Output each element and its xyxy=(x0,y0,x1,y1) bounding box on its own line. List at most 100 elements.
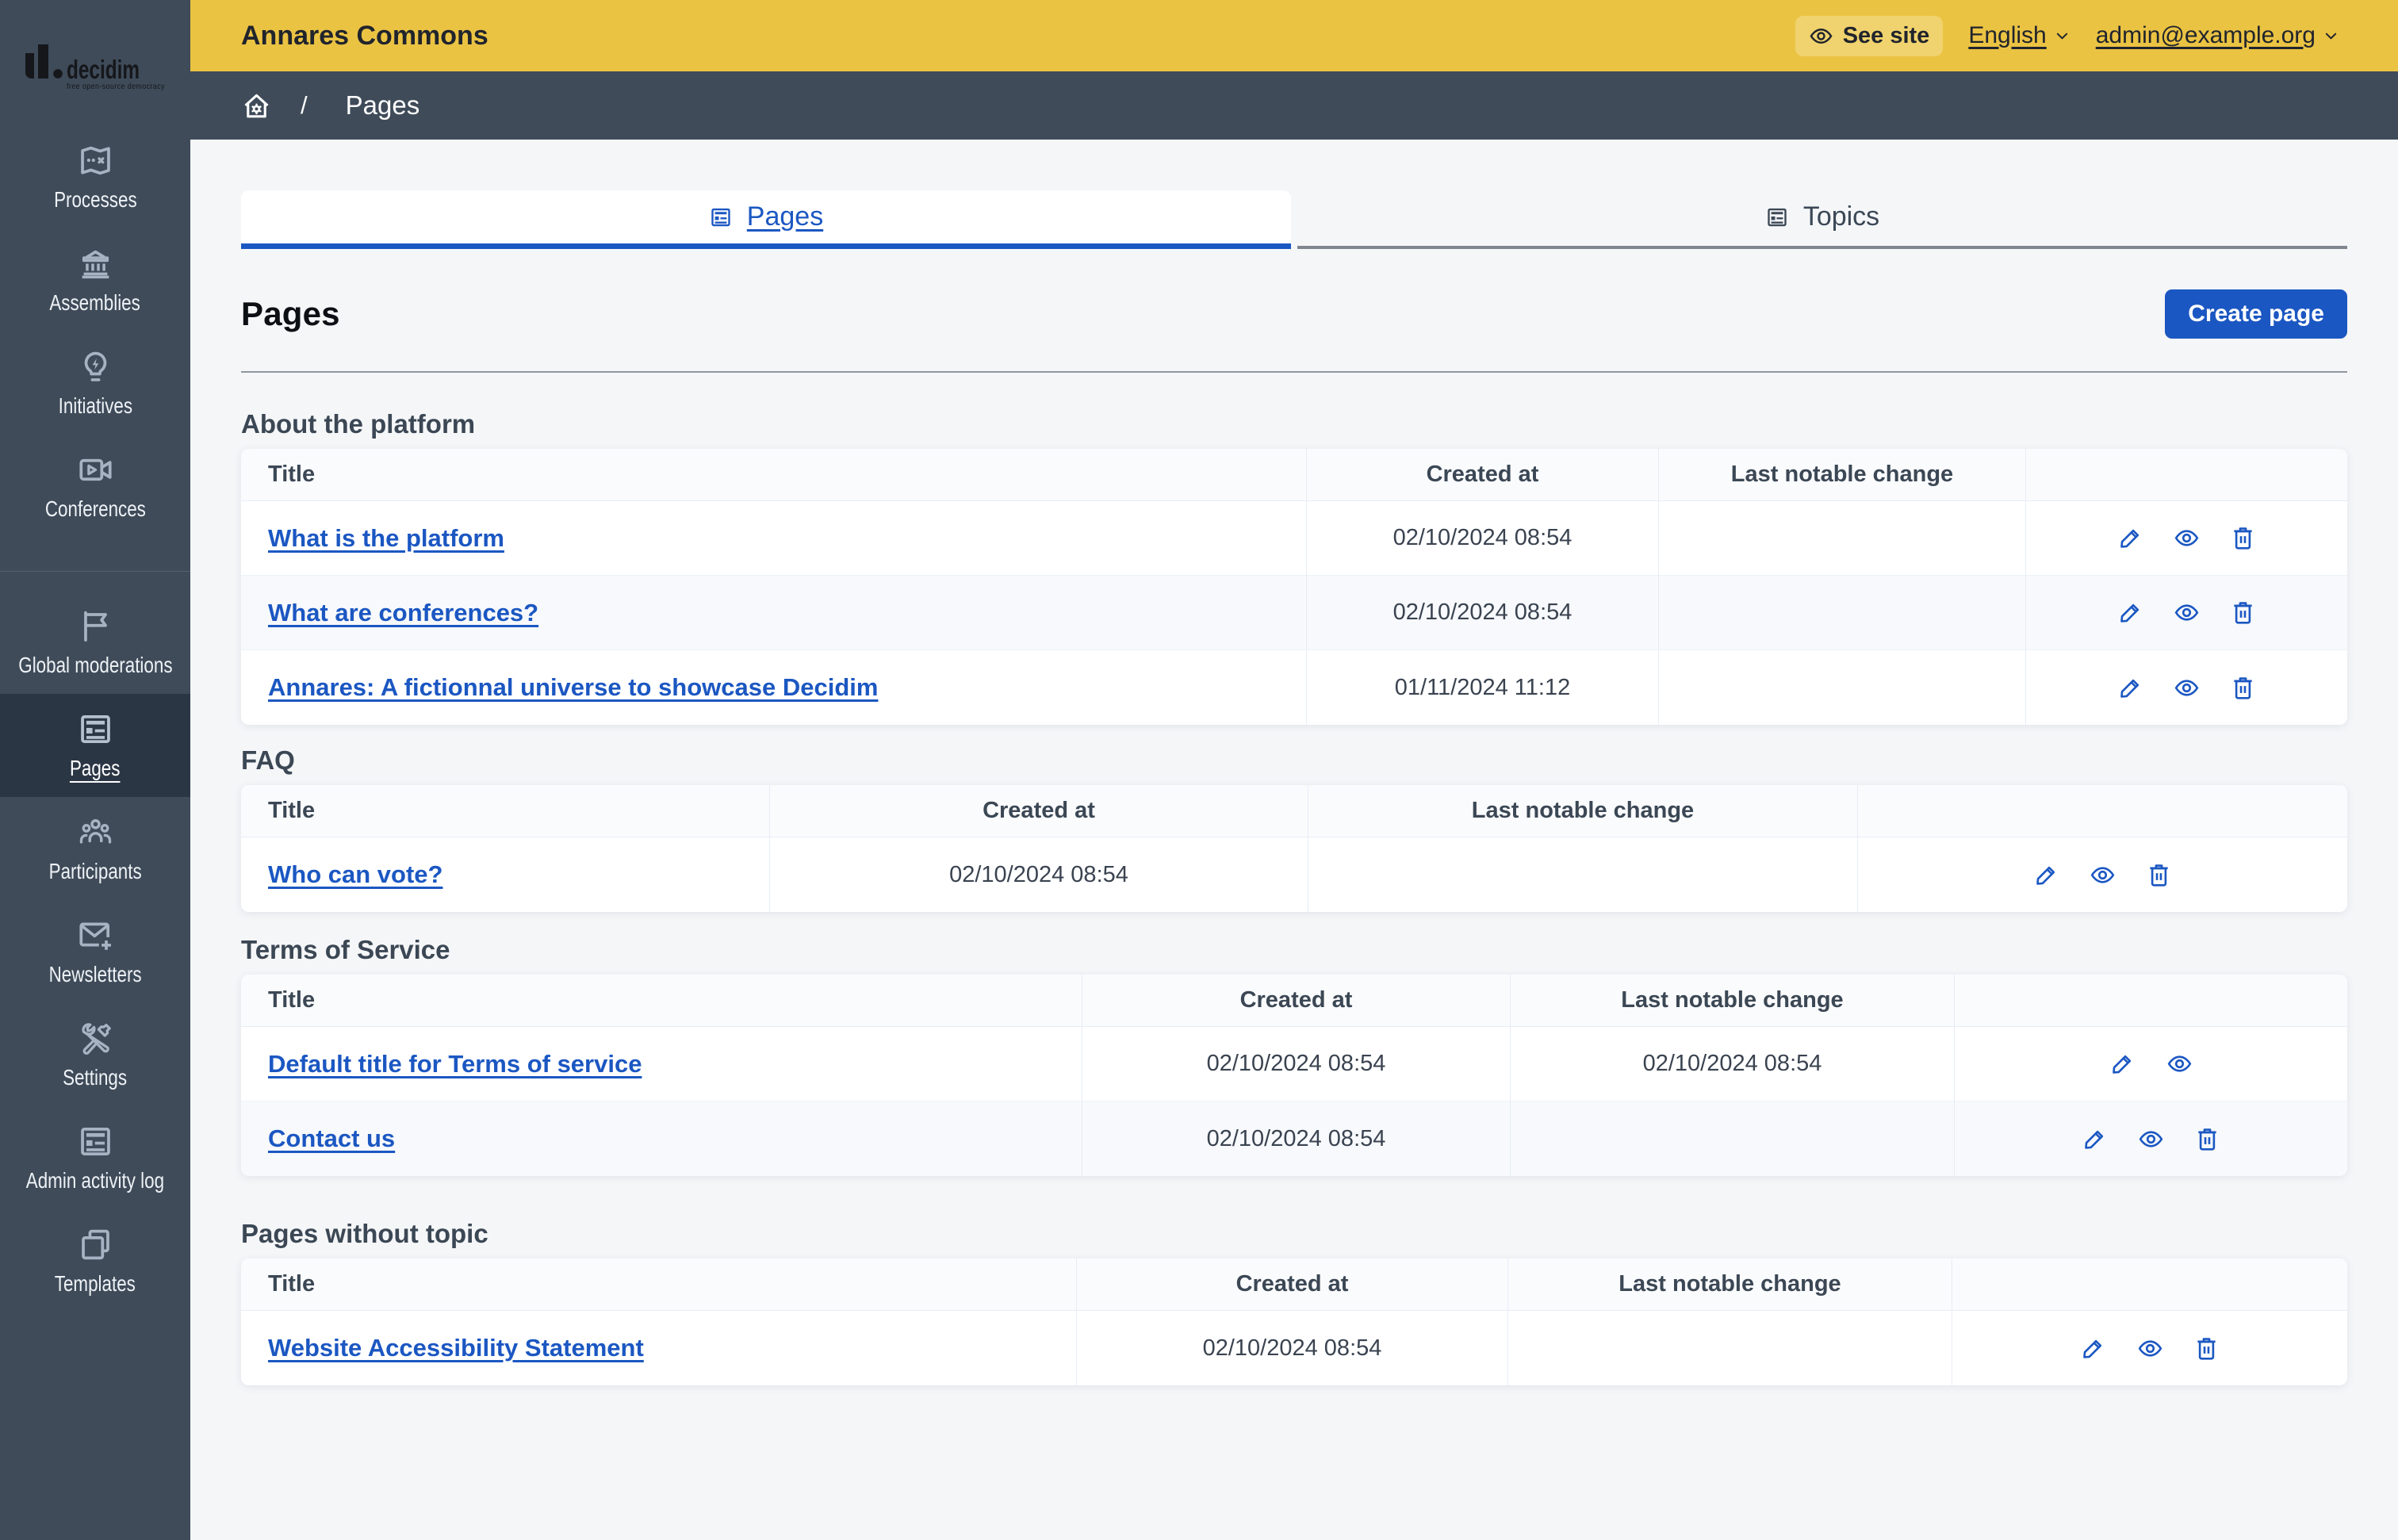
edit-button[interactable] xyxy=(2080,1335,2106,1362)
column-header-last-change: Last notable change xyxy=(1510,975,1954,1027)
edit-button[interactable] xyxy=(2117,525,2143,551)
sidebar-item-conferences[interactable]: Conferences xyxy=(0,435,190,538)
column-header-created-at: Created at xyxy=(1082,975,1510,1027)
edit-button[interactable] xyxy=(2117,600,2143,626)
sidebar-item-label: Pages xyxy=(70,755,121,780)
pencil-icon xyxy=(2117,675,2143,701)
trash-icon xyxy=(2194,1126,2220,1152)
sidebar-item-processes[interactable]: Processes xyxy=(0,125,190,228)
eye-icon xyxy=(2138,1126,2164,1152)
preview-button[interactable] xyxy=(2090,862,2116,888)
sidebar-item-templates[interactable]: Templates xyxy=(0,1209,190,1312)
sidebar-item-pages[interactable]: Pages xyxy=(0,694,190,797)
edit-button[interactable] xyxy=(2109,1051,2136,1077)
trash-icon xyxy=(2193,1335,2220,1362)
sidebar-item-settings[interactable]: Settings xyxy=(0,1003,190,1106)
lightbulb-flash-icon xyxy=(77,348,114,385)
bank-icon xyxy=(77,245,114,282)
page-link[interactable]: Who can vote? xyxy=(268,860,442,888)
topbar: Annares Commons See site English admin@e… xyxy=(190,0,2398,71)
header-divider xyxy=(241,371,2347,373)
actions-cell xyxy=(2025,576,2347,650)
created-at-cell: 01/11/2024 11:12 xyxy=(1306,650,1658,725)
column-header-created-at: Created at xyxy=(769,785,1308,837)
pencil-icon xyxy=(2082,1126,2108,1152)
tab-topics[interactable]: Topics xyxy=(1297,190,2347,249)
column-header-actions xyxy=(1857,785,2347,837)
column-header-title: Title xyxy=(241,449,1306,501)
preview-button[interactable] xyxy=(2174,600,2200,626)
page-link[interactable]: What are conferences? xyxy=(268,599,538,626)
language-menu[interactable]: English xyxy=(1968,22,2070,49)
edit-button[interactable] xyxy=(2117,675,2143,701)
sidebar-item-global-moderations[interactable]: Global moderations xyxy=(0,591,190,694)
sidebar-item-label: Initiatives xyxy=(58,393,132,418)
breadcrumb-current: Pages xyxy=(345,90,420,120)
file-copy-icon xyxy=(77,1226,114,1263)
eye-icon xyxy=(2090,862,2116,888)
delete-button[interactable] xyxy=(2194,1126,2220,1152)
eye-icon xyxy=(2137,1335,2163,1362)
sidebar-item-participants[interactable]: Participants xyxy=(0,797,190,900)
sidebar-item-assemblies[interactable]: Assemblies xyxy=(0,228,190,331)
edit-button[interactable] xyxy=(2082,1126,2108,1152)
sidebar-item-label: Conferences xyxy=(44,496,146,521)
page-link[interactable]: Annares: A fictionnal universe to showca… xyxy=(268,673,878,701)
delete-button[interactable] xyxy=(2230,525,2256,551)
logo-tagline: free open-source democracy xyxy=(67,82,165,91)
flag-icon xyxy=(77,607,114,645)
home-gear-icon[interactable] xyxy=(241,90,272,121)
sidebar-item-initiatives[interactable]: Initiatives xyxy=(0,331,190,435)
pages-table-faq: Title Created at Last notable change Who… xyxy=(241,785,2347,912)
delete-button[interactable] xyxy=(2230,600,2256,626)
pencil-icon xyxy=(2080,1335,2106,1362)
user-menu[interactable]: admin@example.org xyxy=(2096,22,2339,49)
content: Pages Topics Pages Create page About the… xyxy=(190,140,2398,1540)
pencil-icon xyxy=(2117,525,2143,551)
preview-button[interactable] xyxy=(2138,1126,2164,1152)
delete-button[interactable] xyxy=(2230,675,2256,701)
preview-button[interactable] xyxy=(2137,1335,2163,1362)
column-header-title: Title xyxy=(241,975,1082,1027)
pencil-icon xyxy=(2109,1051,2136,1077)
eye-icon xyxy=(2166,1051,2193,1077)
tab-pages[interactable]: Pages xyxy=(241,190,1291,249)
preview-button[interactable] xyxy=(2166,1051,2193,1077)
article-icon xyxy=(709,205,733,229)
decidim-logo[interactable]: decidim free open-source democracy xyxy=(0,0,190,125)
column-header-created-at: Created at xyxy=(1306,449,1658,501)
logo-wordmark: decidim xyxy=(67,55,140,84)
actions-cell xyxy=(1857,837,2347,912)
delete-button[interactable] xyxy=(2146,862,2172,888)
create-page-button[interactable]: Create page xyxy=(2165,289,2347,339)
page-link[interactable]: Contact us xyxy=(268,1124,395,1152)
organization-name: Annares Commons xyxy=(241,20,488,51)
section-title-faq: FAQ xyxy=(241,745,295,775)
article-icon xyxy=(77,1123,114,1160)
last-change-cell xyxy=(1308,837,1857,912)
chevron-down-icon xyxy=(2054,28,2070,44)
section-title-pages-without-topic: Pages without topic xyxy=(241,1219,488,1248)
page-link[interactable]: Website Accessibility Statement xyxy=(268,1334,644,1362)
table-row: What are conferences? 02/10/2024 08:54 xyxy=(241,576,2347,650)
edit-button[interactable] xyxy=(2033,862,2059,888)
delete-button[interactable] xyxy=(2193,1335,2220,1362)
column-header-title: Title xyxy=(241,1258,1076,1311)
section-title-terms-of-service: Terms of Service xyxy=(241,935,450,964)
see-site-button[interactable]: See site xyxy=(1795,15,1944,56)
sidebar-main-nav: Processes Assemblies Initiatives Confere… xyxy=(0,125,190,538)
pages-table-terms-of-service: Title Created at Last notable change Def… xyxy=(241,975,2347,1176)
preview-button[interactable] xyxy=(2174,525,2200,551)
pages-icon xyxy=(77,711,114,748)
table-header-row: Title Created at Last notable change xyxy=(241,1258,2347,1311)
page-link[interactable]: Default title for Terms of service xyxy=(268,1050,642,1078)
actions-cell xyxy=(1954,1027,2347,1101)
tools-icon xyxy=(77,1020,114,1057)
preview-button[interactable] xyxy=(2174,675,2200,701)
page-title: Pages xyxy=(241,295,340,332)
sidebar-item-admin-activity-log[interactable]: Admin activity log xyxy=(0,1106,190,1209)
sidebar-item-newsletters[interactable]: Newsletters xyxy=(0,900,190,1003)
sidebar-item-label: Templates xyxy=(54,1270,136,1296)
page-link[interactable]: What is the platform xyxy=(268,524,504,552)
actions-cell xyxy=(1952,1311,2347,1385)
